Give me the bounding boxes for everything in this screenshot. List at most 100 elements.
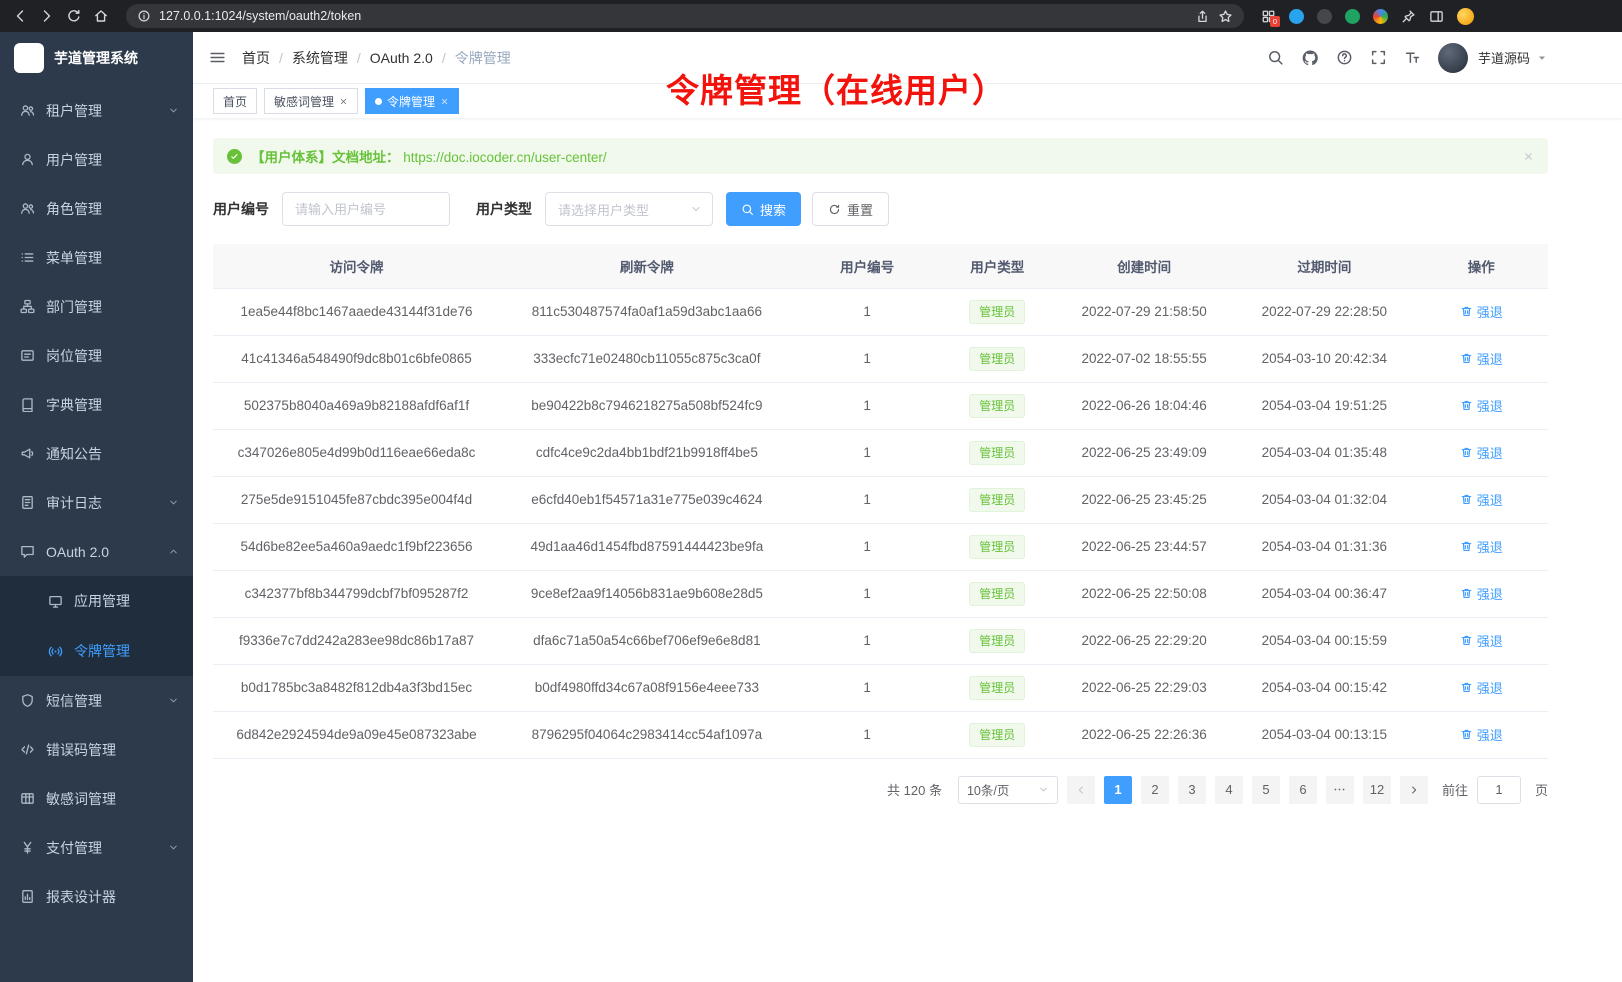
trash-icon [1460, 681, 1473, 694]
force-logout-button[interactable]: 强退 [1460, 725, 1503, 744]
page-button-6[interactable]: 6 [1289, 776, 1317, 804]
collapse-sidebar-icon[interactable] [209, 49, 226, 66]
breadcrumb-item[interactable]: 系统管理 [292, 48, 348, 68]
extension-icon-blue[interactable] [1289, 9, 1304, 24]
extension-icon-green[interactable] [1345, 9, 1360, 24]
side-panel-icon[interactable] [1429, 9, 1444, 24]
cell-create-time: 2022-06-25 23:44:57 [1054, 523, 1234, 570]
alert-close-icon[interactable] [1523, 151, 1534, 162]
tab-home[interactable]: 首页 [213, 88, 257, 114]
help-icon[interactable] [1336, 49, 1353, 66]
force-logout-button[interactable]: 强退 [1460, 302, 1503, 321]
sidebar-item-label: 菜单管理 [46, 248, 102, 268]
force-logout-button[interactable]: 强退 [1460, 631, 1503, 650]
sidebar-item-notice[interactable]: 通知公告 [0, 429, 193, 478]
extension-icon-colorful[interactable] [1373, 9, 1388, 24]
sidebar-item-dict[interactable]: 字典管理 [0, 380, 193, 429]
sidebar-item-report-designer[interactable]: 报表设计器 [0, 872, 193, 921]
prev-page-button[interactable] [1067, 776, 1095, 804]
breadcrumb-separator: / [442, 50, 446, 66]
url-bar[interactable]: 127.0.0.1:1024/system/oauth2/token [126, 4, 1244, 28]
sidebar-item-post[interactable]: 岗位管理 [0, 331, 193, 380]
browser-home-icon[interactable] [93, 8, 109, 24]
site-info-icon[interactable] [137, 9, 151, 23]
user-type-badge: 管理员 [969, 394, 1025, 418]
chevron-down-icon [168, 105, 179, 116]
goto-page-input[interactable] [1477, 776, 1521, 804]
trash-icon [1460, 352, 1473, 365]
goto-label: 前往 [1442, 780, 1468, 799]
force-logout-button[interactable]: 强退 [1460, 349, 1503, 368]
cell-refresh-token: 9ce8ef2aa9f14056b831ae9b608e28d5 [500, 570, 794, 617]
breadcrumb-item[interactable]: 首页 [242, 48, 270, 68]
sidebar-item-menu[interactable]: 菜单管理 [0, 233, 193, 282]
reset-button[interactable]: 重置 [812, 192, 889, 226]
browser-forward-icon[interactable] [39, 8, 55, 24]
browser-profile-avatar[interactable] [1457, 8, 1474, 25]
tab-sensitive-word[interactable]: 敏感词管理 [264, 88, 358, 114]
browser-reload-icon[interactable] [66, 8, 82, 24]
page-size-select[interactable]: 10条/页 [958, 776, 1058, 804]
force-logout-button[interactable]: 强退 [1460, 678, 1503, 697]
sidebar-item-tenant[interactable]: 租户管理 [0, 86, 193, 135]
browser-back-icon[interactable] [12, 8, 28, 24]
sidebar-item-pay[interactable]: 支付管理 [0, 823, 193, 872]
next-page-button[interactable] [1400, 776, 1428, 804]
fullscreen-icon[interactable] [1370, 49, 1387, 66]
sidebar-item-oauth2[interactable]: OAuth 2.0 [0, 527, 193, 576]
filter-form: 用户编号 用户类型 请选择用户类型 搜索 重置 [213, 192, 1548, 226]
sidebar-item-audit-log[interactable]: 审计日志 [0, 478, 193, 527]
sidebar-item-dept[interactable]: 部门管理 [0, 282, 193, 331]
cell-action: 强退 [1414, 570, 1548, 617]
sidebar-item-role[interactable]: 角色管理 [0, 184, 193, 233]
more-pages-button[interactable] [1326, 776, 1354, 804]
user-id-input[interactable] [282, 192, 450, 226]
sidebar-item-sms[interactable]: 短信管理 [0, 676, 193, 725]
force-logout-button[interactable]: 强退 [1460, 443, 1503, 462]
force-logout-button[interactable]: 强退 [1460, 537, 1503, 556]
page-button-5[interactable]: 5 [1252, 776, 1280, 804]
user-menu-caret-icon[interactable] [1536, 52, 1548, 64]
sidebar-item-sensitive-word[interactable]: 敏感词管理 [0, 774, 193, 823]
share-icon[interactable] [1195, 9, 1210, 24]
token-table: 访问令牌刷新令牌用户编号用户类型创建时间过期时间操作 1ea5e44f8bc14… [213, 244, 1548, 759]
sidebar-item-user[interactable]: 用户管理 [0, 135, 193, 184]
force-logout-label: 强退 [1477, 443, 1503, 462]
force-logout-button[interactable]: 强退 [1460, 396, 1503, 415]
search-button[interactable]: 搜索 [726, 192, 801, 226]
user-name[interactable]: 芋道源码 [1478, 48, 1530, 67]
cell-action: 强退 [1414, 335, 1548, 382]
breadcrumb-item[interactable]: OAuth 2.0 [370, 50, 433, 66]
sidebar-item-oauth2-app[interactable]: 应用管理 [0, 576, 193, 626]
trash-icon [1460, 587, 1473, 600]
font-size-icon[interactable] [1404, 49, 1421, 66]
tab-close-icon[interactable] [440, 97, 449, 106]
pin-icon[interactable] [1401, 9, 1416, 24]
force-logout-button[interactable]: 强退 [1460, 584, 1503, 603]
sidebar-menu: 租户管理用户管理角色管理菜单管理部门管理岗位管理字典管理通知公告审计日志 OAut… [0, 84, 193, 982]
page-button-1[interactable]: 1 [1104, 776, 1132, 804]
page-button-12[interactable]: 12 [1363, 776, 1391, 804]
page-button-3[interactable]: 3 [1178, 776, 1206, 804]
extension-icon-dark[interactable] [1317, 9, 1332, 24]
sidebar-item-error-code[interactable]: 错误码管理 [0, 725, 193, 774]
user-avatar[interactable] [1438, 43, 1468, 73]
extensions-icon[interactable]: 0 [1261, 9, 1276, 24]
search-icon[interactable] [1267, 49, 1284, 66]
app-window: 芋道管理系统 租户管理用户管理角色管理菜单管理部门管理岗位管理字典管理通知公告审… [0, 32, 1622, 982]
cell-expire-time: 2054-03-04 00:15:59 [1234, 617, 1414, 664]
force-logout-label: 强退 [1477, 678, 1503, 697]
page-button-4[interactable]: 4 [1215, 776, 1243, 804]
sidebar-item-label: 审计日志 [46, 493, 102, 513]
app-logo-row[interactable]: 芋道管理系统 [0, 32, 193, 84]
github-icon[interactable] [1301, 49, 1319, 67]
sidebar-item-oauth2-token[interactable]: 令牌管理 [0, 626, 193, 676]
table-row: 502375b8040a469a9b82188afdf6af1fbe90422b… [213, 382, 1548, 429]
force-logout-button[interactable]: 强退 [1460, 490, 1503, 509]
doc-link[interactable]: https://doc.iocoder.cn/user-center/ [403, 150, 606, 165]
bookmark-star-icon[interactable] [1218, 9, 1233, 24]
page-button-2[interactable]: 2 [1141, 776, 1169, 804]
tab-token[interactable]: 令牌管理 [365, 88, 459, 114]
user-type-select[interactable]: 请选择用户类型 [545, 192, 713, 226]
tab-close-icon[interactable] [339, 97, 348, 106]
